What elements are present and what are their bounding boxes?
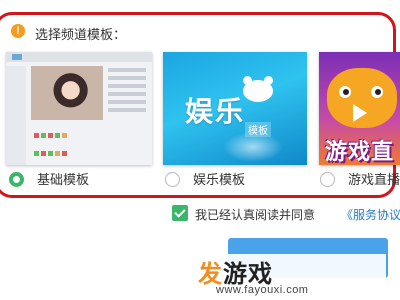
agree-checkbox[interactable] (172, 205, 188, 221)
thumb-ent-text: 娱乐 (185, 96, 246, 127)
thumb-gift-icons (34, 130, 114, 165)
agree-text: 我已经认真阅读并同意 (195, 208, 316, 222)
template-thumb-basic[interactable] (6, 52, 152, 165)
thumb-list (108, 68, 146, 116)
service-agreement-link[interactable]: 《服务协议 (341, 206, 400, 223)
thumb-video-preview (31, 66, 103, 120)
radio-basic[interactable] (9, 172, 24, 187)
mascot-icon (243, 80, 273, 102)
radio-label-entertainment: 娱乐模板 (193, 172, 246, 187)
thumb-game-text: 游戏直 (325, 139, 395, 164)
warning-icon: ! (11, 24, 25, 38)
thumb-topbar (6, 52, 152, 62)
watermark-url: www.fayouxi.com (216, 284, 309, 296)
radio-game[interactable] (320, 172, 335, 187)
watermark: 发游戏 www.fayouxi.com (190, 254, 386, 300)
template-thumb-game[interactable]: 游戏直 (319, 52, 400, 165)
thumb-sidebar (6, 66, 26, 165)
radio-label-game: 游戏直播 (348, 172, 400, 187)
section-title: 选择频道模板： (35, 27, 127, 42)
play-icon (353, 104, 367, 122)
radio-label-basic: 基础模板 (37, 172, 90, 187)
thumb-ent-badge: 模板 (245, 122, 271, 137)
thumb-logo (12, 54, 22, 60)
template-thumb-entertainment[interactable]: 娱乐 模板 (163, 52, 307, 165)
radio-entertainment[interactable] (165, 172, 180, 187)
mascot-eye (339, 86, 351, 98)
mascot-eye (371, 86, 383, 98)
